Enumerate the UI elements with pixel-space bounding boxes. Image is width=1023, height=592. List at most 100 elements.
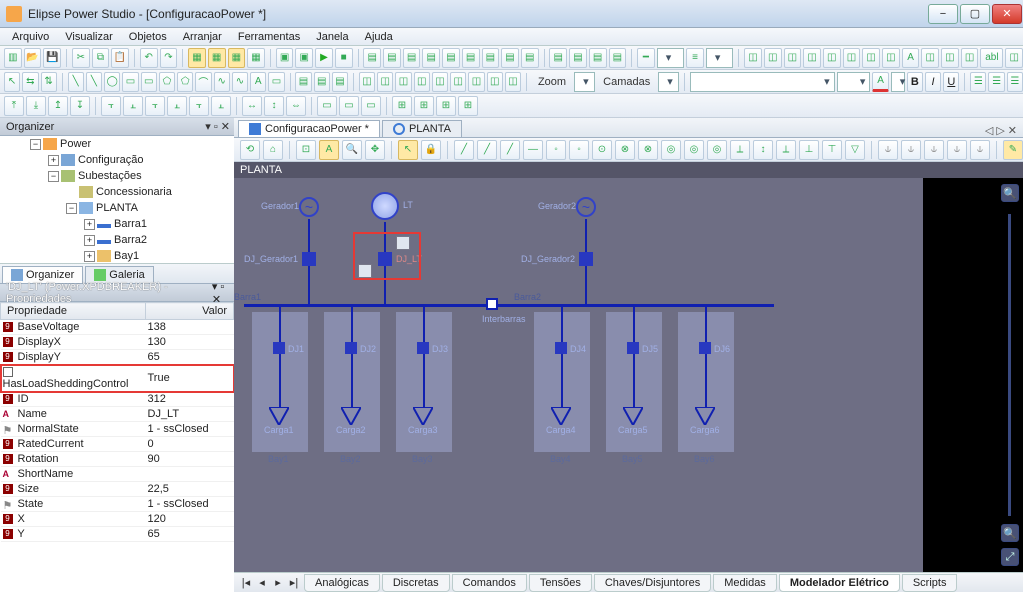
- col-valor[interactable]: Valor: [146, 303, 234, 320]
- shape-5[interactable]: ◫: [823, 48, 841, 68]
- t3-6[interactable]: ⫠: [123, 96, 143, 116]
- fontcolor-combo[interactable]: ▾: [891, 72, 905, 92]
- t2-5[interactable]: ◯: [104, 72, 120, 92]
- view2-icon[interactable]: ▦: [208, 48, 226, 68]
- t3-19[interactable]: ⊞: [436, 96, 456, 116]
- open-icon[interactable]: 📂: [24, 48, 42, 68]
- doc-nav-left-icon[interactable]: ◁: [985, 124, 993, 137]
- btab-analogicas[interactable]: Analógicas: [304, 574, 380, 592]
- sel-handle-2-icon[interactable]: [358, 264, 372, 278]
- prop-row-ratedcurrent[interactable]: 9 RatedCurrent0: [1, 437, 234, 452]
- dt-e9[interactable]: ⊗: [638, 140, 658, 160]
- dt-pointer-icon[interactable]: ↖: [398, 140, 418, 160]
- undo-icon[interactable]: ↶: [140, 48, 158, 68]
- line-weight-combo[interactable]: ▾: [706, 48, 733, 68]
- view3-icon[interactable]: ▦: [228, 48, 246, 68]
- fontcolor-icon[interactable]: A: [872, 72, 888, 92]
- tb-11[interactable]: ▤: [569, 48, 587, 68]
- dt-e14[interactable]: ↕: [753, 140, 773, 160]
- t2-7[interactable]: ▭: [141, 72, 157, 92]
- bt-first-icon[interactable]: |◂: [238, 576, 254, 589]
- tb-12[interactable]: ▤: [589, 48, 607, 68]
- bt-last-icon[interactable]: ▸|: [286, 576, 302, 589]
- t3-13[interactable]: ⇔: [286, 96, 306, 116]
- dt-e21[interactable]: ⫝: [924, 140, 944, 160]
- italic-icon[interactable]: I: [925, 72, 941, 92]
- underline-icon[interactable]: U: [943, 72, 959, 92]
- tree-bay1[interactable]: Bay1: [114, 250, 139, 262]
- interbarras-node[interactable]: [486, 298, 498, 310]
- carga1-load[interactable]: [269, 407, 289, 425]
- dt-2[interactable]: ⊡: [296, 140, 316, 160]
- dt-home-icon[interactable]: ⌂: [263, 140, 283, 160]
- dj-gerador1[interactable]: DJ_Gerador1: [302, 252, 316, 266]
- shape-10[interactable]: ◫: [941, 48, 959, 68]
- dt-e20[interactable]: ⫝: [901, 140, 921, 160]
- t3-16[interactable]: ▭: [361, 96, 381, 116]
- prop-row-state[interactable]: ⚑ State1 - ssClosed: [1, 497, 234, 512]
- dt-find-icon[interactable]: 🔍: [342, 140, 362, 160]
- t2-8[interactable]: ⬠: [159, 72, 175, 92]
- shape-11[interactable]: ◫: [961, 48, 979, 68]
- doc-tab-config[interactable]: ConfiguracaoPower *: [238, 120, 380, 137]
- stop-icon[interactable]: ■: [335, 48, 353, 68]
- t2-4[interactable]: ╲: [86, 72, 102, 92]
- carga3-load[interactable]: [413, 407, 433, 425]
- align-right-icon[interactable]: ☰: [1007, 72, 1023, 92]
- line-style-icon[interactable]: ━: [637, 48, 655, 68]
- t2-9[interactable]: ⬠: [177, 72, 193, 92]
- lt-globe[interactable]: LT: [371, 192, 399, 220]
- size-combo[interactable]: ▾: [837, 72, 871, 92]
- zoom-in-icon[interactable]: 🔍: [1001, 184, 1019, 202]
- abl-icon[interactable]: abl: [980, 48, 1003, 68]
- align-left-icon[interactable]: ☰: [970, 72, 986, 92]
- prop-row-displayx[interactable]: 9 DisplayX130: [1, 335, 234, 350]
- btab-comandos[interactable]: Comandos: [452, 574, 527, 592]
- shape-7[interactable]: ◫: [862, 48, 880, 68]
- shape-6[interactable]: ◫: [843, 48, 861, 68]
- save-icon[interactable]: 💾: [43, 48, 61, 68]
- tree-concessionaria[interactable]: Concessionaria: [96, 186, 172, 198]
- dt-e23[interactable]: ⫝: [970, 140, 990, 160]
- dt-e15[interactable]: ⟂: [776, 140, 796, 160]
- t2-12[interactable]: ∿: [232, 72, 248, 92]
- dt-e8[interactable]: ⊗: [615, 140, 635, 160]
- menu-arquivo[interactable]: Arquivo: [4, 30, 57, 44]
- t3-1[interactable]: ⤒: [4, 96, 24, 116]
- tree-barra2[interactable]: Barra2: [114, 234, 147, 246]
- dt-e2[interactable]: ╱: [477, 140, 497, 160]
- organizer-pin-icon[interactable]: ▾ ▫ ✕: [205, 120, 230, 133]
- prop-row-displayy[interactable]: 9 DisplayY65: [1, 350, 234, 365]
- maximize-button[interactable]: ▢: [960, 4, 990, 24]
- menu-visualizar[interactable]: Visualizar: [57, 30, 121, 44]
- dt-e24[interactable]: ✎: [1003, 140, 1023, 160]
- dj3-breaker[interactable]: [417, 342, 429, 354]
- dt-e5[interactable]: ◦: [546, 140, 566, 160]
- tree-config[interactable]: Configuração: [78, 154, 143, 166]
- t2-18[interactable]: ◫: [359, 72, 375, 92]
- t3-17[interactable]: ⊞: [392, 96, 412, 116]
- dt-fit-icon[interactable]: ✥: [365, 140, 385, 160]
- t2-3[interactable]: ╲: [68, 72, 84, 92]
- dt-e7[interactable]: ⊙: [592, 140, 612, 160]
- tree-barra1[interactable]: Barra1: [114, 218, 147, 230]
- t3-12[interactable]: ↕: [264, 96, 284, 116]
- t2-11[interactable]: ∿: [214, 72, 230, 92]
- doc-nav-right-icon[interactable]: ▷: [996, 124, 1004, 137]
- tb-6[interactable]: ▤: [462, 48, 480, 68]
- btab-scripts[interactable]: Scripts: [902, 574, 958, 592]
- organizer-tree[interactable]: −Power +Configuração −Subestações Conces…: [0, 136, 234, 264]
- play-icon[interactable]: ▶: [315, 48, 333, 68]
- pointer-icon[interactable]: ↖: [4, 72, 20, 92]
- t2-20[interactable]: ◫: [395, 72, 411, 92]
- view4-icon[interactable]: ▦: [247, 48, 265, 68]
- line-weight-icon[interactable]: ≡: [686, 48, 704, 68]
- tb-4[interactable]: ▤: [422, 48, 440, 68]
- dt-e6[interactable]: ◦: [569, 140, 589, 160]
- dt-e4[interactable]: —: [523, 140, 543, 160]
- t3-8[interactable]: ⫠: [167, 96, 187, 116]
- zoom-fit-icon[interactable]: ⤢: [1001, 548, 1019, 566]
- text-icon[interactable]: A: [902, 48, 920, 68]
- tb-2[interactable]: ▤: [383, 48, 401, 68]
- menu-arranjar[interactable]: Arranjar: [175, 30, 230, 44]
